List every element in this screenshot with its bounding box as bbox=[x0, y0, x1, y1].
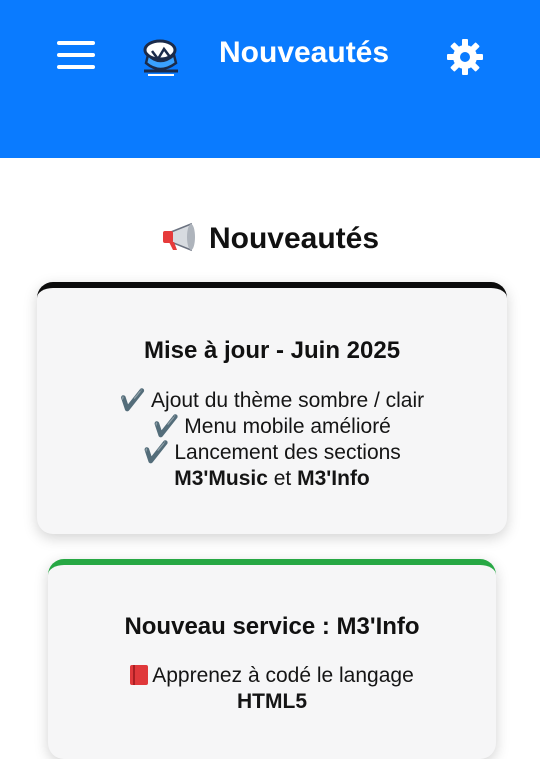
list-item: HTML5 bbox=[48, 689, 496, 715]
gear-icon[interactable] bbox=[446, 38, 484, 76]
hamburger-icon-bar bbox=[57, 65, 95, 69]
card-title: Nouveau service : M3'Info bbox=[124, 613, 420, 640]
page-title: Nouveautés bbox=[0, 222, 540, 256]
list-item-text: Lancement des sections bbox=[174, 441, 401, 464]
page-title-text: Nouveautés bbox=[208, 222, 380, 255]
hamburger-icon bbox=[57, 41, 95, 45]
list-item-text: Ajout du thème sombre / clair bbox=[151, 389, 425, 412]
header-title: Nouveautés bbox=[219, 36, 390, 69]
list-item: Apprenez à codé le langage bbox=[48, 663, 496, 689]
list-item: ✔️ Menu mobile amélioré bbox=[37, 414, 507, 440]
app-header: Nouveautés bbox=[0, 0, 540, 158]
list-item-sections: M3'Music et M3'Info bbox=[37, 466, 507, 492]
conjunction-text: et bbox=[267, 467, 298, 490]
language-label: HTML5 bbox=[237, 690, 307, 713]
list-item: ✔️ Ajout du thème sombre / clair bbox=[37, 388, 507, 414]
list-item: ✔️ Lancement des sections bbox=[37, 440, 507, 466]
hamburger-icon-bar bbox=[57, 53, 95, 57]
service-card: Nouveau service : M3'Info Apprenez à cod… bbox=[48, 559, 496, 759]
logo-icon[interactable] bbox=[138, 37, 184, 79]
card-title: Mise à jour - Juin 2025 bbox=[143, 337, 401, 364]
section-info-label: M3'Info bbox=[297, 467, 370, 490]
card-content: Apprenez à codé le langage HTML5 bbox=[48, 663, 496, 715]
list-item-text: Apprenez à codé le langage bbox=[152, 664, 414, 687]
check-mark-icon: ✔️ bbox=[143, 441, 170, 464]
book-icon bbox=[130, 665, 149, 685]
check-mark-icon: ✔️ bbox=[153, 415, 180, 438]
section-music-label: M3'Music bbox=[174, 467, 268, 490]
check-mark-icon: ✔️ bbox=[119, 389, 147, 412]
card-content: ✔️ Ajout du thème sombre / clair ✔️ Menu m… bbox=[37, 388, 507, 492]
update-card: Mise à jour - Juin 2025 ✔️ Ajout du thème… bbox=[37, 282, 507, 534]
list-item-text: Menu mobile amélioré bbox=[184, 415, 391, 438]
menu-button[interactable] bbox=[57, 40, 95, 70]
megaphone-icon bbox=[162, 222, 195, 252]
